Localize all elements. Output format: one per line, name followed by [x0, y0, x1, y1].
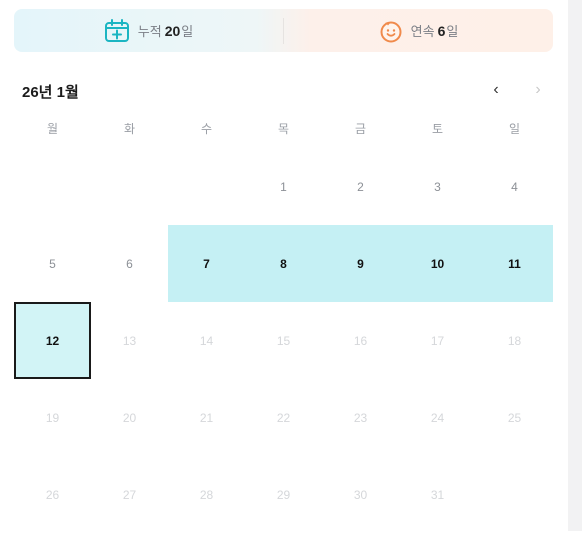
day-cell[interactable]: 27: [91, 456, 168, 533]
weekday-label: 금: [354, 122, 367, 136]
day-cell[interactable]: 30: [322, 456, 399, 533]
day-cell[interactable]: 22: [245, 379, 322, 456]
day-cell[interactable]: 21: [168, 379, 245, 456]
total-days-stat: 누적 20 일: [14, 9, 283, 52]
scrollbar-track[interactable]: [568, 0, 582, 531]
day-cell[interactable]: 24: [399, 379, 476, 456]
month-title: 26년 1월: [22, 84, 79, 101]
day-cell[interactable]: 3: [399, 148, 476, 225]
day-cell[interactable]: 31: [399, 456, 476, 533]
streak-days-label: 연속: [410, 24, 435, 39]
weekday-label: 월: [46, 122, 59, 136]
day-cell[interactable]: 18: [476, 302, 553, 379]
streak-days-value: 6: [437, 22, 446, 39]
weekday-label: 수: [200, 122, 213, 136]
day-cell[interactable]: 23: [322, 379, 399, 456]
next-month-button[interactable]: ›: [529, 80, 547, 100]
day-cell[interactable]: 17: [399, 302, 476, 379]
streak-days-unit: 일: [446, 24, 459, 39]
day-cell[interactable]: 6: [91, 225, 168, 302]
day-cell[interactable]: 14: [168, 302, 245, 379]
day-cell[interactable]: 11: [476, 225, 553, 302]
calendar-plus-icon: [104, 18, 130, 43]
day-cell[interactable]: 5: [14, 225, 91, 302]
streak-days-stat: 연속 6 일: [284, 9, 553, 52]
prev-month-button[interactable]: ‹: [487, 80, 505, 100]
day-cell[interactable]: 25: [476, 379, 553, 456]
day-cell[interactable]: 16: [322, 302, 399, 379]
smiley-icon: [379, 19, 403, 43]
day-cell[interactable]: 28: [168, 456, 245, 533]
total-days-unit: 일: [181, 24, 194, 39]
weekday-label: 목: [277, 122, 290, 136]
day-cell[interactable]: 10: [399, 225, 476, 302]
calendar-grid: 1 2 3 4 5 6 7 8 9 10 11 12 13 14 15 16 17 18 19 20 21 22 23 24 2…: [14, 148, 553, 533]
weekday-label: 일: [508, 122, 521, 136]
day-cell[interactable]: 29: [245, 456, 322, 533]
day-cell[interactable]: 26: [14, 456, 91, 533]
day-cell[interactable]: 4: [476, 148, 553, 225]
day-cell[interactable]: 8: [245, 225, 322, 302]
day-cell[interactable]: 7: [168, 225, 245, 302]
day-cell[interactable]: 15: [245, 302, 322, 379]
day-cell[interactable]: 13: [91, 302, 168, 379]
day-cell[interactable]: 9: [322, 225, 399, 302]
stats-banner: 누적 20 일 연속 6 일: [14, 9, 553, 52]
today-day-cell[interactable]: 12: [14, 302, 91, 379]
total-days-value: 20: [164, 22, 181, 39]
day-cell[interactable]: 19: [14, 379, 91, 456]
day-cell[interactable]: 1: [245, 148, 322, 225]
total-days-label: 누적: [137, 24, 162, 39]
weekday-label: 토: [431, 122, 444, 136]
weekday-header: 월 화 수 목 금 토 일: [14, 120, 553, 140]
day-cell[interactable]: 20: [91, 379, 168, 456]
day-cell[interactable]: 2: [322, 148, 399, 225]
weekday-label: 화: [123, 122, 136, 136]
